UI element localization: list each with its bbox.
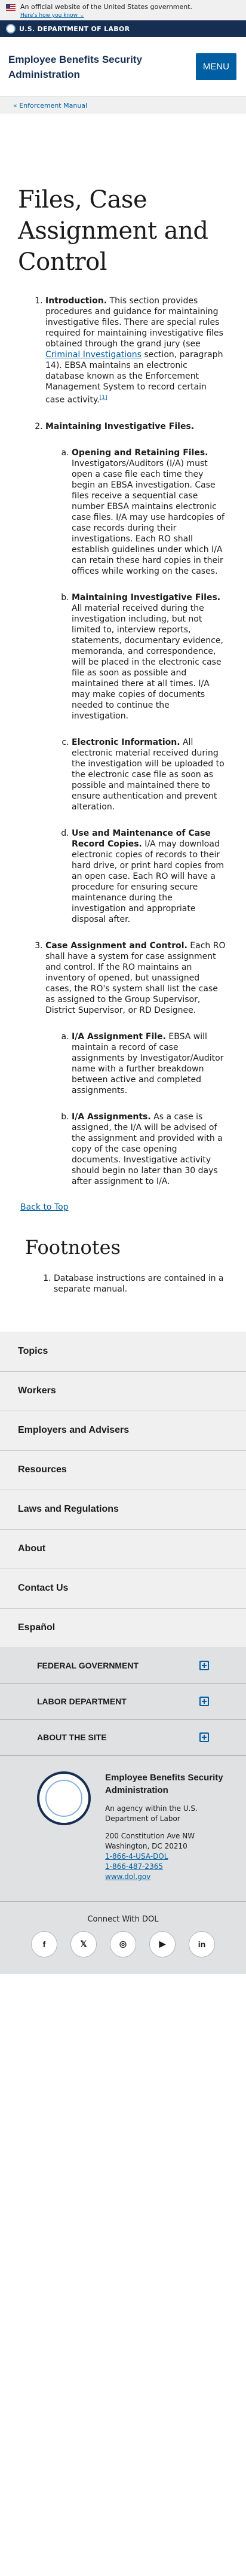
linkedin-icon[interactable]: in	[189, 1931, 215, 1957]
accordion-label: FEDERAL GOVERNMENT	[37, 1661, 139, 1671]
twitter-icon[interactable]: 𝕏	[70, 1931, 97, 1957]
social-label: Connect With DOL	[87, 1914, 159, 1924]
agency-name: Employee Benefits Security Administratio…	[105, 1772, 223, 1795]
subsection-item: Maintaining Investigative Files. All mat…	[72, 592, 228, 721]
subsection-item: I/A Assignment File. EBSA will maintain …	[72, 1031, 228, 1096]
accordion-federal-government[interactable]: FEDERAL GOVERNMENT	[0, 1648, 246, 1684]
subsection-text: All material received during the investi…	[72, 603, 223, 721]
agency-address: 200 Constitution Ave NW Washington, DC 2…	[105, 1831, 228, 1882]
subsection-item: I/A Assignments. As a case is assigned, …	[72, 1112, 228, 1187]
section-heading: Case Assignment and Control.	[45, 940, 187, 951]
section-heading: Introduction.	[45, 296, 107, 306]
accordion-label: LABOR DEPARTMENT	[37, 1697, 127, 1707]
subsection-item: Use and Maintenance of Case Record Copie…	[72, 828, 228, 925]
footer-nav-topics[interactable]: Topics	[0, 1332, 246, 1372]
plus-icon	[199, 1697, 209, 1707]
menu-button[interactable]: MENU	[195, 53, 236, 80]
instagram-icon[interactable]: ◎	[110, 1931, 136, 1957]
subsection-text: As a case is assigned, the I/A will be a…	[72, 1112, 223, 1186]
heres-how-you-know-link[interactable]: Here's how you know ⌄	[20, 11, 241, 20]
footer-nav: Topics Workers Employers and Advisers Re…	[0, 1331, 246, 1648]
address-line: 200 Constitution Ave NW	[105, 1831, 195, 1840]
social-section: Connect With DOL f 𝕏 ◎ ▶ in	[0, 1902, 246, 1974]
address-line: Washington, DC 20210	[105, 1841, 187, 1850]
breadcrumb: « Enforcement Manual	[0, 97, 246, 114]
site-title[interactable]: Employee Benefits Security Administratio…	[8, 52, 196, 82]
footer-nav-contact-us[interactable]: Contact Us	[0, 1569, 246, 1609]
footnote-item: Database instructions are contained in a…	[54, 1273, 246, 1295]
subsection-list: I/A Assignment File. EBSA will maintain …	[45, 1031, 228, 1187]
dol-seal-icon	[6, 24, 16, 34]
footnote-list: Database instructions are contained in a…	[0, 1273, 246, 1295]
section-case-assignment: Case Assignment and Control. Each RO sha…	[45, 940, 228, 1187]
accordion-label: ABOUT THE SITE	[37, 1732, 107, 1743]
agency-bar-text: U.S. DEPARTMENT OF LABOR	[19, 25, 130, 33]
section-maintaining-files: Maintaining Investigative Files. Opening…	[45, 421, 228, 925]
subsection-heading: Maintaining Investigative Files.	[72, 592, 221, 602]
agency-info: Employee Benefits Security Administratio…	[0, 1756, 246, 1902]
subsection-heading: I/A Assignment File.	[72, 1031, 166, 1042]
banner-text: An official website of the United States…	[20, 3, 193, 11]
subsection-text: All electronic material received during …	[72, 737, 225, 812]
gov-banner: An official website of the United States…	[0, 0, 246, 20]
site-header: Employee Benefits Security Administratio…	[0, 37, 246, 97]
footnotes-heading: Footnotes	[25, 1235, 121, 1259]
facebook-icon[interactable]: f	[31, 1931, 57, 1957]
us-flag-icon	[6, 4, 16, 11]
accordion-about-the-site[interactable]: ABOUT THE SITE	[0, 1720, 246, 1756]
back-to-top-link[interactable]: Back to Top	[20, 1202, 246, 1212]
section-introduction: Introduction. This section provides proc…	[45, 296, 228, 406]
phone-link[interactable]: 1-866-487-2365	[105, 1862, 163, 1871]
footer-nav-employers-advisers[interactable]: Employers and Advisers	[0, 1411, 246, 1451]
section-heading: Maintaining Investigative Files.	[45, 421, 195, 431]
subsection-item: Opening and Retaining Files. Investigato…	[72, 447, 228, 577]
footer-nav-workers[interactable]: Workers	[0, 1371, 246, 1411]
accordion-labor-department[interactable]: LABOR DEPARTMENT	[0, 1684, 246, 1720]
footer-nav-espanol[interactable]: Español	[0, 1608, 246, 1648]
footer-nav-laws-regulations[interactable]: Laws and Regulations	[0, 1490, 246, 1530]
subsection-heading: I/A Assignments.	[72, 1112, 151, 1122]
subsection-heading: Electronic Information.	[72, 737, 180, 747]
footer-secondary: FEDERAL GOVERNMENT LABOR DEPARTMENT ABOU…	[0, 1648, 246, 1974]
subsection-list: Opening and Retaining Files. Investigato…	[45, 447, 228, 925]
breadcrumb-enforcement-manual-link[interactable]: « Enforcement Manual	[13, 102, 87, 109]
criminal-investigations-link[interactable]: Criminal Investigations	[45, 350, 142, 360]
footer-nav-about[interactable]: About	[0, 1529, 246, 1569]
page-title: Files, Case Assignment and Control	[18, 186, 208, 276]
footer-nav-resources[interactable]: Resources	[0, 1450, 246, 1490]
agency-description: An agency within the U.S. Department of …	[105, 1804, 198, 1823]
subsection-text: I/A may download electronic copies of re…	[72, 839, 225, 924]
subsection-item: Electronic Information. All electronic m…	[72, 737, 228, 812]
section-text: Each RO shall have a system for case ass…	[45, 940, 226, 1015]
subsection-heading: Opening and Retaining Files.	[72, 447, 208, 458]
phone-link[interactable]: 1-866-4-USA-DOL	[105, 1852, 168, 1861]
social-icons: f 𝕏 ◎ ▶ in	[0, 1931, 246, 1957]
section-list: Introduction. This section provides proc…	[18, 296, 228, 1187]
website-link[interactable]: www.dol.gov	[105, 1872, 150, 1881]
agency-bar: U.S. DEPARTMENT OF LABOR	[0, 20, 246, 37]
dol-seal-logo	[37, 1771, 91, 1825]
subsection-text: Investigators/Auditors (I/A) must open a…	[72, 458, 225, 576]
chevron-down-icon: ⌄	[79, 13, 85, 19]
plus-icon	[199, 1732, 209, 1743]
youtube-icon[interactable]: ▶	[149, 1931, 176, 1957]
plus-icon	[199, 1661, 209, 1671]
main-content: Files, Case Assignment and Control Intro…	[0, 184, 246, 1187]
footnote-link[interactable]: [1]	[100, 395, 107, 401]
